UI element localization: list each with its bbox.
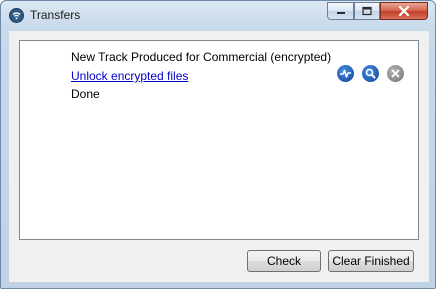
close-button[interactable] [380, 2, 428, 20]
search-icon[interactable] [362, 65, 379, 82]
minimize-button[interactable] [327, 2, 354, 20]
title-bar[interactable]: Transfers [1, 1, 435, 30]
transfer-name: New Track Produced for Commercial (encry… [71, 50, 332, 64]
close-icon [398, 6, 410, 16]
transfer-list[interactable]: New Track Produced for Commercial (encry… [19, 40, 419, 240]
window-title: Transfers [30, 8, 81, 22]
unlock-files-link[interactable]: Unlock encrypted files [71, 69, 188, 83]
transfer-status: Done [71, 87, 100, 101]
transfers-window: Transfers New Track Produced for Commerc… [0, 0, 436, 289]
wifi-icon [9, 8, 24, 23]
client-area: New Track Produced for Commercial (encry… [9, 31, 429, 282]
minimize-icon [336, 12, 345, 14]
clear-finished-button[interactable]: Clear Finished [328, 250, 414, 272]
check-button[interactable]: Check [247, 250, 321, 272]
remove-icon[interactable] [387, 65, 404, 82]
maximize-icon [362, 6, 372, 16]
play-icon[interactable] [337, 65, 354, 82]
maximize-button[interactable] [354, 2, 380, 20]
